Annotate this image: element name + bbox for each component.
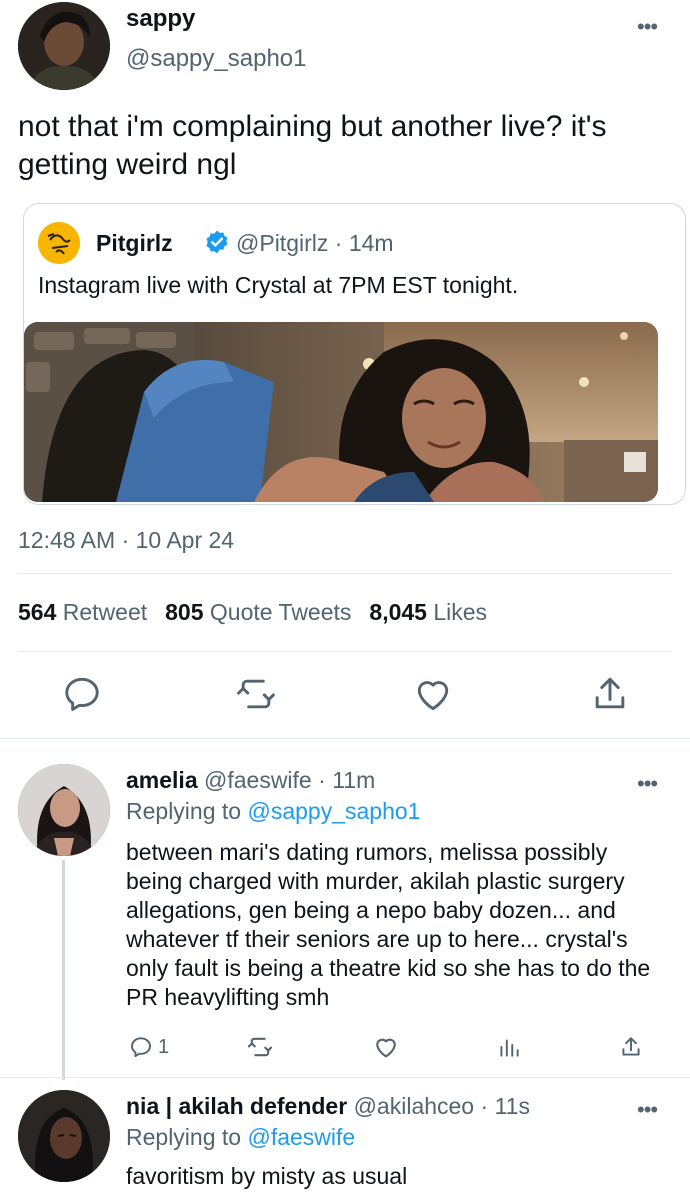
author-name[interactable]: sappy [126, 4, 195, 34]
replying-to-link[interactable]: @sappy_sapho1 [247, 798, 420, 824]
reply-author-name[interactable]: nia | akilah defender [126, 1093, 347, 1119]
retweet-icon[interactable] [234, 672, 278, 716]
reply-header: amelia @faeswife · 11m [126, 767, 376, 793]
share-icon[interactable] [588, 672, 632, 716]
reply-text: favoritism by misty as usual [126, 1163, 408, 1189]
replying-to-link[interactable]: @faeswife [247, 1124, 355, 1150]
quoted-photo[interactable] [24, 322, 658, 502]
reply-text: between mari's dating rumors, melissa po… [126, 839, 651, 1010]
author-handle[interactable]: @sappy_sapho1 [126, 44, 307, 74]
divider [0, 1077, 690, 1078]
quoted-handle-time: @Pitgirlz · 14m [236, 230, 394, 256]
reply-button[interactable]: 1 [128, 1032, 169, 1062]
verified-badge-icon [204, 229, 230, 255]
retweets-stat[interactable]: 564 Retweet [18, 599, 147, 625]
quotes-stat[interactable]: 805 Quote Tweets [165, 599, 351, 625]
reply-author-handle[interactable]: @akilahceo [354, 1093, 475, 1119]
quoted-author-name: Pitgirlz [96, 230, 173, 256]
reply-header: nia | akilah defender @akilahceo · 11s [126, 1093, 530, 1119]
replying-to: Replying to @sappy_sapho1 [126, 798, 421, 824]
replying-to: Replying to @faeswife [126, 1124, 356, 1150]
quoted-avatar [38, 222, 80, 264]
reply-icon [131, 1037, 151, 1058]
reply-author-handle[interactable]: @faeswife [204, 767, 312, 793]
quoted-tweet-card[interactable]: Pitgirlz @Pitgirlz · 14m Instagram live … [23, 203, 686, 505]
like-icon[interactable] [411, 672, 455, 716]
divider [0, 738, 690, 739]
likes-stat[interactable]: 8,045 Likes [369, 599, 487, 625]
more-options-icon[interactable]: ••• [637, 771, 658, 797]
quoted-handle: @Pitgirlz [236, 230, 329, 256]
reply-icon[interactable] [60, 672, 104, 716]
author-avatar[interactable] [18, 2, 110, 90]
analytics-icon[interactable] [496, 1032, 522, 1062]
share-icon[interactable] [618, 1032, 644, 1062]
reply-avatar[interactable] [18, 1090, 110, 1182]
retweet-icon[interactable] [246, 1032, 274, 1062]
like-icon[interactable] [372, 1032, 400, 1062]
tweet-text: not that i'm complaining but another liv… [18, 110, 607, 181]
thread-line [62, 860, 65, 1080]
more-options-icon[interactable]: ••• [637, 1097, 658, 1123]
tweet-timestamp[interactable]: 12:48 AM · 10 Apr 24 [18, 525, 234, 555]
more-options-icon[interactable]: ••• [637, 14, 658, 40]
reply-time[interactable]: 11m [332, 767, 375, 793]
quoted-time: 14m [348, 230, 394, 256]
reply-count: 1 [158, 1035, 170, 1058]
reply-avatar[interactable] [18, 764, 110, 856]
divider [18, 573, 672, 574]
quoted-text: Instagram live with Crystal at 7PM EST t… [38, 272, 519, 298]
tweet-stats: 564 Retweet 805 Quote Tweets 8,045 Likes [18, 597, 487, 627]
reply-time[interactable]: 11s [495, 1093, 530, 1119]
divider [18, 651, 672, 652]
reply-author-name[interactable]: amelia [126, 767, 198, 793]
